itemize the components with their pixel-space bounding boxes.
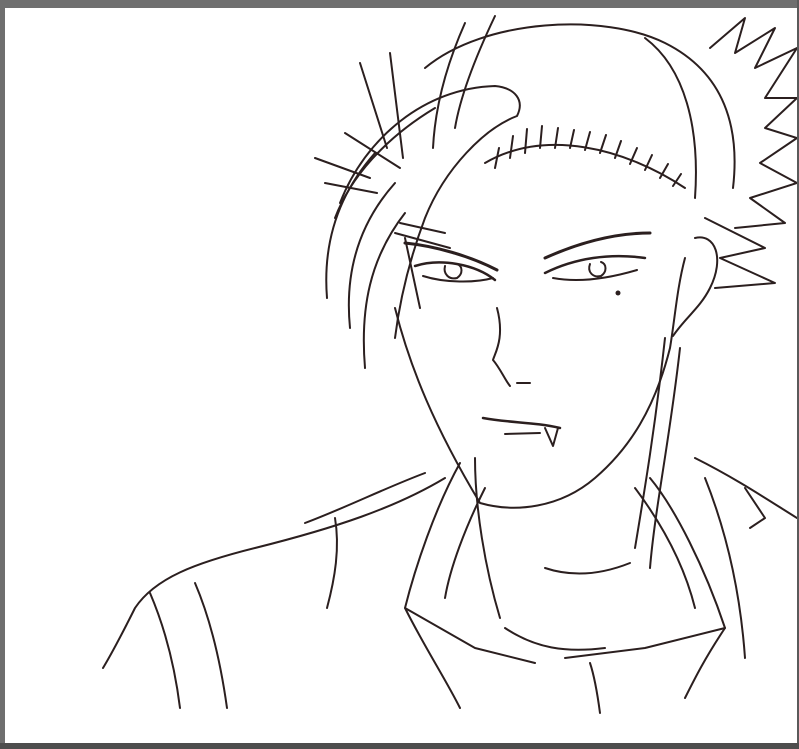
right-eyebrow — [543, 231, 652, 260]
mouth — [504, 432, 541, 435]
shirt-collar — [404, 462, 536, 664]
fang — [544, 427, 559, 447]
neck — [634, 337, 666, 549]
jacket-shoulders — [744, 487, 766, 529]
right-eye — [543, 254, 647, 275]
shirt-collar — [634, 487, 696, 609]
nose — [492, 307, 511, 387]
neck — [474, 457, 501, 619]
jacket-shoulders — [326, 517, 338, 609]
jacket-lapel — [589, 662, 601, 714]
head-outline — [644, 37, 697, 199]
mouth — [481, 416, 562, 430]
hair-bang-strokes — [347, 182, 396, 329]
jacket-lapel — [684, 627, 726, 699]
canvas-bottom-border — [0, 743, 799, 749]
hair-bang-strokes — [334, 107, 436, 219]
jacket-shoulders — [149, 582, 228, 709]
hairline-strokes — [484, 144, 686, 189]
app-window-frame — [0, 0, 799, 749]
beauty-mark — [615, 290, 621, 296]
shirt-collar — [564, 477, 726, 659]
left-eye — [443, 263, 463, 280]
hair-spikes-right — [709, 17, 797, 229]
hairline-strokes — [494, 125, 682, 187]
right-eye — [588, 261, 607, 278]
neck — [544, 562, 631, 575]
drawing-canvas[interactable] — [5, 8, 797, 743]
hair-bang-strokes — [362, 212, 406, 369]
line-art-sketch — [102, 15, 797, 714]
shirt-collar — [444, 487, 486, 599]
jacket-shoulders — [102, 477, 446, 669]
shirt-collar — [504, 627, 606, 651]
face-jaw — [394, 257, 686, 509]
